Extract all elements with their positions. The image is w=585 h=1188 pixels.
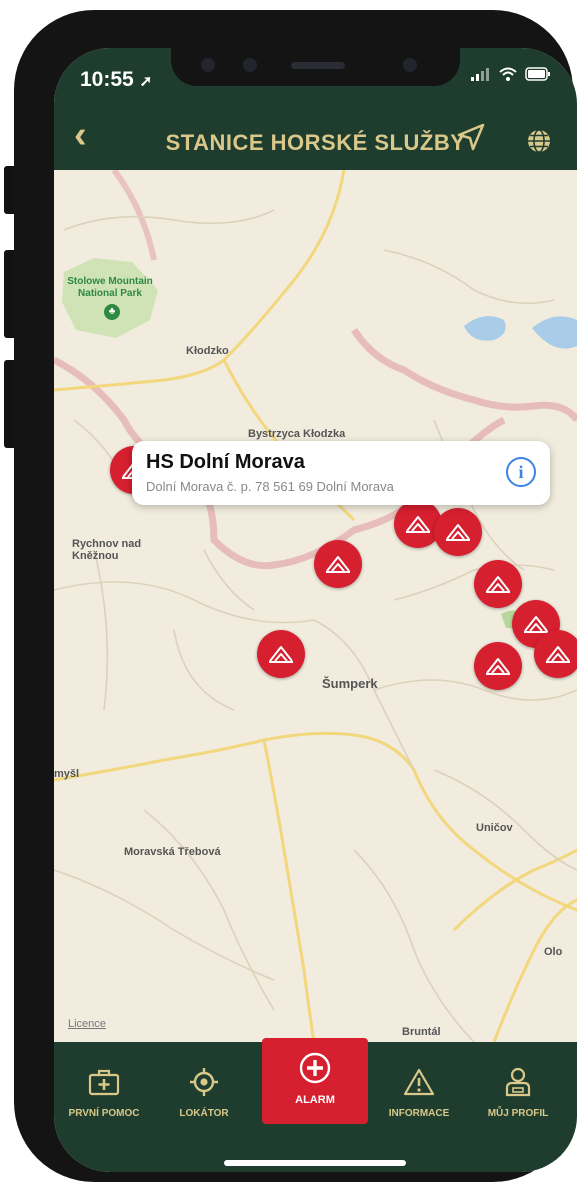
camera-icon [201,58,215,72]
wifi-icon [499,66,517,86]
mountain-rescue-marker-icon [486,658,510,675]
station-callout[interactable]: HS Dolní Morava Dolní Morava č. p. 78 56… [132,441,550,505]
town-label: myšl [54,768,80,780]
legal-link[interactable]: Licence [68,1018,106,1030]
warning-triangle-icon [371,1064,467,1100]
rescue-station-marker[interactable] [534,630,577,678]
park-label: Stolowe Mountain National Park [67,276,153,299]
callout-address: Dolní Morava č. p. 78 561 69 Dolní Morav… [146,479,394,494]
tab-locator[interactable]: LOKÁTOR [156,1064,252,1119]
town-label: Olo [544,946,563,958]
battery-icon [525,66,551,86]
home-indicator[interactable] [224,1160,406,1166]
tab-first-aid-label: PRVNÍ POMOC [68,1108,140,1119]
status-icons [471,66,551,86]
tab-locator-label: LOKÁTOR [179,1108,229,1119]
tab-first-aid[interactable]: PRVNÍ POMOC [56,1064,152,1119]
rescue-station-marker[interactable] [257,630,305,678]
first-aid-kit-icon [56,1064,152,1100]
mountain-rescue-marker-icon [269,646,293,663]
page-title: STANICE HORSKÉ SLUŽBY [165,130,466,155]
status-time: 10:55 ➚ [80,68,152,92]
speaker-grille [291,62,345,69]
front-camera-icon [403,58,417,72]
callout-title: HS Dolní Morava [146,451,305,473]
mountain-rescue-marker-icon [486,576,510,593]
location-arrow-icon[interactable] [456,122,486,157]
tab-profile-label: MŮJ PROFIL [487,1108,549,1119]
town-label: Kłodzko [186,345,229,357]
town-label: Rychnov nad Kněžnou [72,538,142,562]
location-services-icon: ➚ [139,73,153,90]
tab-profile[interactable]: MŮJ PROFIL [470,1064,566,1119]
rescue-station-marker[interactable] [434,508,482,556]
town-label: Bruntál [402,1026,441,1038]
signal-icon [471,66,491,86]
town-label: Bystrzyca Kłodzka [248,428,346,440]
rescue-station-marker[interactable] [474,560,522,608]
phone-frame: 10:55 ➚ ‹ STANICE HORSKÉ SLUŽBY ♣ Stolow… [14,10,577,1182]
town-label: Šumperk [322,676,378,691]
mountain-rescue-marker-icon [446,524,470,541]
tab-alarm[interactable]: ALARM [262,1038,368,1124]
town-label: Moravská Třebová [124,846,221,858]
mountain-rescue-marker-icon [524,616,548,633]
locator-crosshair-icon [156,1064,252,1100]
park-icon: ♣ [104,304,120,320]
info-icon[interactable]: i [506,457,536,487]
mountain-rescue-marker-icon [406,516,430,533]
app-screen: 10:55 ➚ ‹ STANICE HORSKÉ SLUŽBY ♣ Stolow… [54,48,577,1172]
mountain-rescue-marker-icon [546,646,570,663]
tab-alarm-label: ALARM [295,1094,335,1106]
rescue-station-marker[interactable] [314,540,362,588]
bottom-tab-bar: PRVNÍ POMOC LOKÁTOR ALARM INFORMACE MŮJ … [54,1038,577,1172]
rescue-station-marker[interactable] [474,642,522,690]
map-view[interactable]: ♣ Stolowe Mountain National Park Kłodzko… [54,170,577,1042]
profile-person-icon [470,1064,566,1100]
status-time-text: 10:55 [80,68,134,91]
globe-icon[interactable] [526,128,552,159]
tab-info-label: INFORMACE [388,1108,450,1119]
plus-circle-icon [262,1052,368,1084]
mountain-rescue-marker-icon [326,556,350,573]
notch [171,48,460,86]
tab-info[interactable]: INFORMACE [371,1064,467,1119]
town-label: Uničov [476,822,513,834]
sensor-icon [243,58,257,72]
